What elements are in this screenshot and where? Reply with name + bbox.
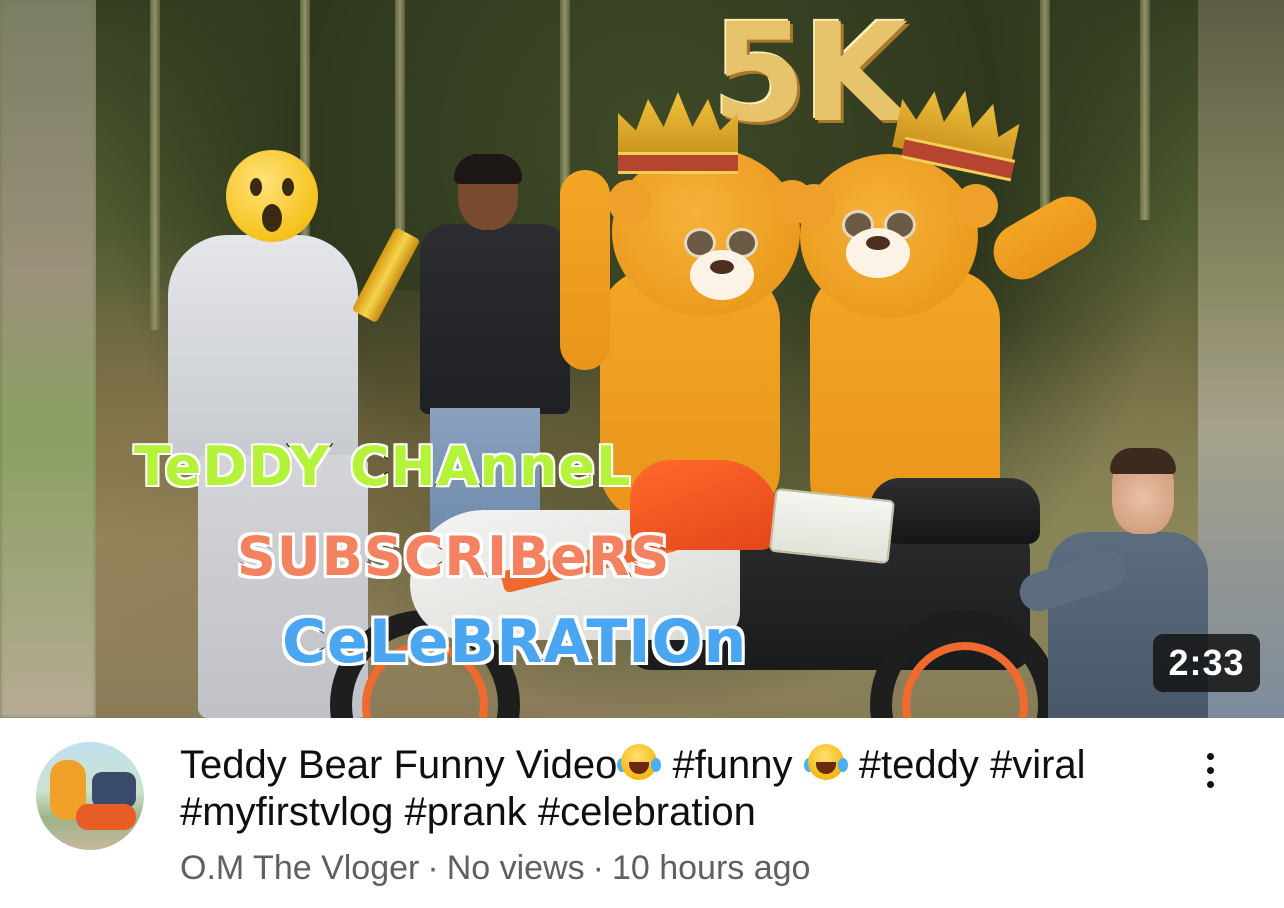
surprised-emoji-icon (226, 150, 318, 242)
bike-seat (870, 478, 1040, 544)
kebab-dot (1206, 780, 1214, 788)
face-with-tears-of-joy-icon (803, 742, 848, 782)
bear-nose (866, 236, 890, 250)
kebab-dot (1206, 766, 1214, 774)
meta-separator: · (427, 849, 439, 887)
duration-badge: 2:33 (1153, 634, 1260, 692)
black-shirt-torso (420, 224, 570, 414)
hoodie-torso (168, 235, 358, 465)
face-with-tears-of-joy-icon (617, 742, 662, 782)
bear-nose (710, 260, 734, 274)
view-count: No views (446, 849, 585, 887)
avatar-bike (76, 804, 136, 830)
emoji-mouth (262, 204, 282, 232)
tear (651, 758, 662, 772)
meta-separator: · (592, 849, 604, 887)
bamboo-stalk (1140, 0, 1150, 220)
video-title-part1: Teddy Bear Funny Video (180, 743, 618, 787)
celebration-cake (768, 487, 896, 565)
emoji-eye (250, 178, 262, 196)
avatar-people (92, 772, 136, 808)
video-title[interactable]: Teddy Bear Funny Video #funny #teddy #vi… (180, 742, 1120, 836)
bear-muzzle (690, 250, 754, 300)
upload-age: 10 hours ago (611, 849, 811, 887)
surprised-hair (1110, 448, 1176, 474)
bear-ear (792, 184, 836, 228)
thumbnail-caption-line1: TeDDY CHAnneL (132, 435, 632, 498)
tear (837, 758, 848, 772)
thumbnail-caption-line2: SUBSCRIBeRS (235, 525, 671, 588)
black-shirt-hair (454, 154, 522, 184)
bike-rim (902, 642, 1028, 718)
thumbnail-caption-line3: CeLeBRATIOn (280, 607, 748, 677)
kebab-dot (1206, 752, 1214, 760)
bear-arm (560, 170, 610, 370)
thumbnail-blur-edge-left (0, 0, 96, 718)
more-vertical-icon[interactable] (1190, 742, 1230, 798)
bear-ear (954, 184, 998, 228)
crown-band (618, 152, 738, 174)
video-title-part2: #funny (661, 743, 804, 787)
channel-avatar[interactable] (36, 742, 144, 850)
channel-name[interactable]: O.M The Vloger (180, 849, 419, 887)
emoji-eye (282, 178, 294, 196)
thumbnail-blur-edge-right (1198, 0, 1284, 718)
video-thumbnail[interactable]: 5K TeDDY CHAnneL SUBSCRIBeRS CeLeBRATIOn… (0, 0, 1284, 718)
bear-arm (983, 186, 1107, 290)
video-card[interactable]: 5K TeDDY CHAnneL SUBSCRIBeRS CeLeBRATIOn… (0, 0, 1284, 908)
video-meta: O.M The Vloger · No views · 10 hours ago (180, 846, 810, 890)
bamboo-stalk (150, 0, 160, 330)
bear-ear (608, 180, 652, 224)
bamboo-stalk (395, 0, 405, 260)
